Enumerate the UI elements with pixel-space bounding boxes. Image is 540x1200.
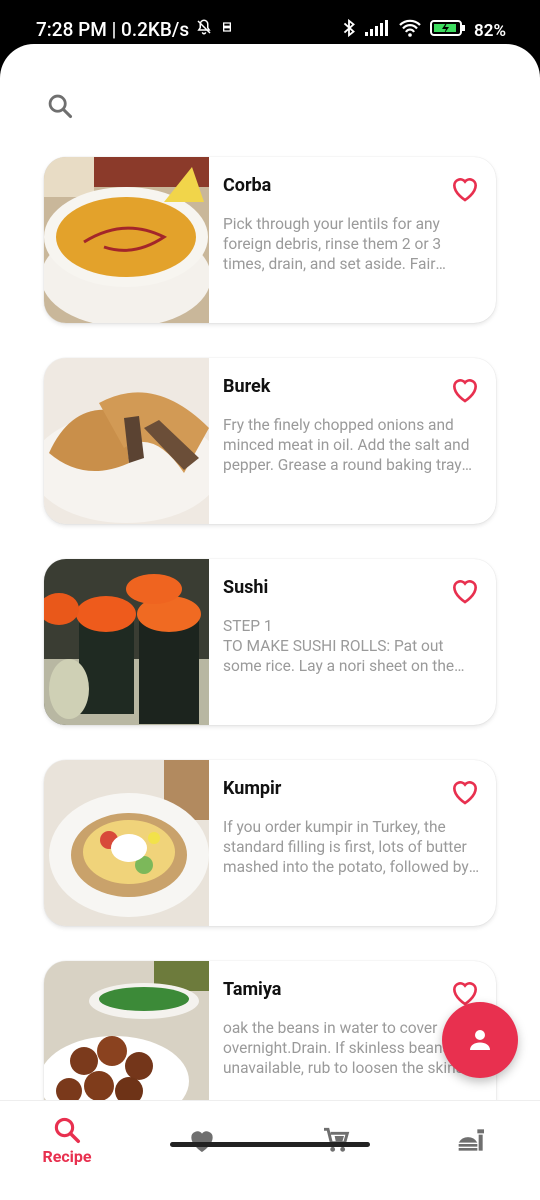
bottom-navigation: Recipe bbox=[0, 1100, 540, 1200]
recipe-image bbox=[44, 358, 209, 524]
recipe-title: Sushi bbox=[223, 577, 269, 598]
favorite-button[interactable] bbox=[449, 575, 481, 605]
favorite-button[interactable] bbox=[449, 374, 481, 404]
heart-outline-icon bbox=[452, 580, 478, 604]
recipe-card[interactable]: Sushi STEP 1 TO MAKE SUSHI ROLLS: Pat ou… bbox=[44, 559, 496, 725]
recipe-card[interactable]: Kumpir If you order kumpir in Turkey, th… bbox=[44, 760, 496, 926]
recipe-card[interactable]: Burek Fry the finely chopped onions and … bbox=[44, 358, 496, 524]
nav-recipe-label: Recipe bbox=[42, 1147, 92, 1166]
favorite-button[interactable] bbox=[449, 173, 481, 203]
nav-recipe[interactable]: Recipe bbox=[27, 1115, 107, 1175]
status-time: 7:28 PM | 0.2KB/s bbox=[36, 18, 190, 41]
nav-food[interactable] bbox=[432, 1115, 512, 1175]
recipe-description: Fry the finely chopped onions and minced… bbox=[223, 416, 470, 474]
recipe-image bbox=[44, 760, 209, 926]
recipe-title: Burek bbox=[223, 376, 271, 397]
search-icon bbox=[54, 1117, 80, 1143]
wifi-icon bbox=[398, 19, 422, 42]
sync-icon bbox=[219, 18, 235, 41]
recipe-image bbox=[44, 559, 209, 725]
heart-icon bbox=[191, 1131, 213, 1152]
recipe-card[interactable]: Corba Pick through your lentils for any … bbox=[44, 157, 496, 323]
food-icon bbox=[458, 1129, 484, 1151]
favorite-button[interactable] bbox=[449, 776, 481, 806]
person-icon bbox=[470, 1030, 490, 1050]
battery-icon bbox=[430, 19, 466, 42]
profile-fab[interactable] bbox=[442, 1002, 518, 1078]
recipe-title: Tamiya bbox=[223, 979, 282, 1000]
search-button[interactable] bbox=[44, 90, 76, 122]
battery-level: 82% bbox=[474, 20, 506, 41]
heart-outline-icon bbox=[452, 379, 478, 403]
search-icon bbox=[48, 94, 73, 119]
heart-outline-icon bbox=[452, 178, 478, 202]
app-screen: Corba Pick through your lentils for any … bbox=[0, 44, 540, 1200]
cart-icon bbox=[324, 1127, 350, 1152]
heart-outline-icon bbox=[452, 781, 478, 805]
recipe-description: If you order kumpir in Turkey, the stand… bbox=[223, 818, 469, 876]
signal-icon bbox=[364, 19, 390, 42]
recipe-image bbox=[44, 157, 209, 323]
home-indicator[interactable] bbox=[170, 1142, 370, 1147]
recipe-description: STEP 1 TO MAKE SUSHI ROLLS: Pat out some… bbox=[223, 617, 455, 675]
mute-bell-icon bbox=[195, 18, 213, 41]
recipe-title: Kumpir bbox=[223, 778, 282, 799]
recipe-title: Corba bbox=[223, 175, 272, 196]
bluetooth-icon bbox=[342, 18, 356, 43]
recipe-description: Pick through your lentils for any foreig… bbox=[223, 215, 442, 273]
